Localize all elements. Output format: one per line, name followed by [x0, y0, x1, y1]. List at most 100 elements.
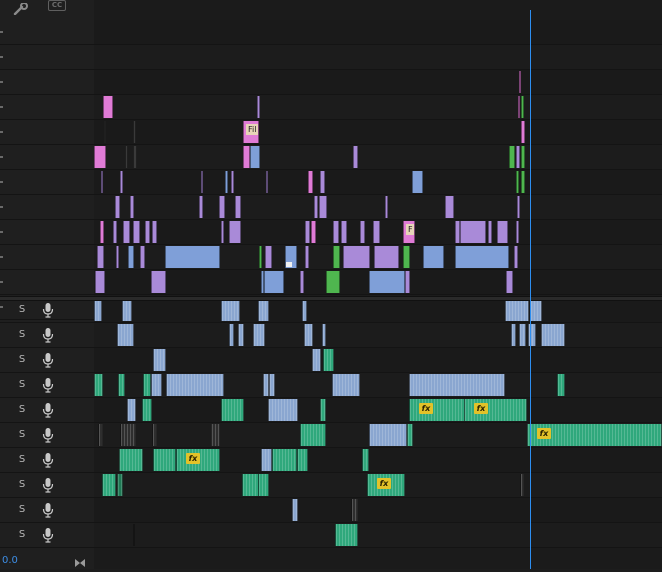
- video-clip[interactable]: [360, 221, 365, 243]
- microphone-icon[interactable]: [42, 427, 54, 443]
- video-clip[interactable]: [97, 246, 104, 268]
- video-clip[interactable]: [405, 271, 410, 293]
- video-clip[interactable]: [506, 271, 513, 293]
- audio-clip[interactable]: [292, 499, 298, 521]
- video-track-lane[interactable]: [94, 45, 662, 70]
- audio-clip[interactable]: [541, 324, 565, 346]
- audio-clip[interactable]: [322, 324, 326, 346]
- audio-clip[interactable]: [335, 524, 358, 546]
- video-clip[interactable]: [311, 221, 316, 243]
- video-clip[interactable]: [341, 221, 347, 243]
- audio-clip[interactable]: [323, 349, 334, 371]
- video-clip[interactable]: [445, 196, 454, 218]
- audio-clip[interactable]: [505, 299, 529, 321]
- video-clip[interactable]: [403, 246, 410, 268]
- video-clip[interactable]: [95, 271, 105, 293]
- video-track-header[interactable]: [0, 170, 94, 195]
- video-audio-divider[interactable]: [0, 296, 662, 301]
- audio-clip[interactable]: [151, 374, 162, 396]
- audio-clip[interactable]: [407, 424, 413, 446]
- selected-clip-marker[interactable]: [286, 262, 292, 267]
- audio-clip[interactable]: [268, 399, 298, 421]
- video-track-header[interactable]: [0, 45, 94, 70]
- video-clip[interactable]: [250, 146, 260, 168]
- video-track-lane[interactable]: [94, 195, 662, 220]
- video-track-lane[interactable]: [94, 95, 662, 120]
- video-clip[interactable]: [319, 196, 327, 218]
- audio-clip[interactable]: [242, 474, 259, 496]
- tracks-area[interactable]: Fil Ffx fx fx fx fx: [94, 0, 662, 569]
- video-clip[interactable]: [333, 246, 340, 268]
- audio-clip[interactable]: [98, 424, 103, 446]
- solo-button[interactable]: S: [16, 428, 28, 442]
- audio-clip[interactable]: [122, 299, 132, 321]
- video-clip[interactable]: [264, 271, 284, 293]
- audio-clip[interactable]: [261, 449, 272, 471]
- video-track-header[interactable]: [0, 195, 94, 220]
- zoom-handle-icon[interactable]: [74, 553, 86, 567]
- audio-clip[interactable]: [258, 299, 269, 321]
- video-clip[interactable]: [353, 146, 358, 168]
- video-clip[interactable]: [308, 171, 313, 193]
- audio-clip[interactable]: [142, 399, 152, 421]
- microphone-icon[interactable]: [42, 377, 54, 393]
- video-clip[interactable]: [521, 121, 525, 143]
- video-clip[interactable]: [423, 246, 444, 268]
- video-clip[interactable]: [257, 96, 260, 118]
- audio-clip[interactable]: [221, 399, 244, 421]
- video-clip[interactable]: [133, 146, 137, 168]
- audio-clip[interactable]: [152, 424, 157, 446]
- video-clip[interactable]: [113, 221, 117, 243]
- audio-clip[interactable]: [519, 324, 526, 346]
- video-clip[interactable]: [517, 196, 520, 218]
- audio-clip[interactable]: [258, 474, 269, 496]
- video-clip[interactable]: [516, 221, 519, 243]
- audio-clip[interactable]: [94, 299, 102, 321]
- video-clip[interactable]: [231, 171, 234, 193]
- audio-clip[interactable]: [530, 299, 542, 321]
- video-clip[interactable]: [521, 146, 525, 168]
- audio-track-lane[interactable]: [94, 323, 662, 348]
- video-clip[interactable]: [326, 271, 340, 293]
- video-clip[interactable]: [201, 171, 203, 193]
- video-clip[interactable]: [229, 221, 241, 243]
- video-clip[interactable]: [199, 196, 203, 218]
- audio-clip[interactable]: [409, 374, 505, 396]
- video-clip[interactable]: [460, 221, 486, 243]
- video-clip[interactable]: [151, 271, 166, 293]
- audio-clip[interactable]: [253, 324, 265, 346]
- wrench-icon[interactable]: [12, 0, 30, 16]
- audio-clip[interactable]: [117, 324, 134, 346]
- video-clip[interactable]: [259, 246, 262, 268]
- video-clip[interactable]: [305, 221, 310, 243]
- video-clip[interactable]: [519, 71, 521, 93]
- video-clip[interactable]: [373, 221, 380, 243]
- audio-clip[interactable]: [221, 299, 240, 321]
- audio-clip[interactable]: [520, 474, 524, 496]
- video-clip[interactable]: [343, 246, 370, 268]
- video-clip[interactable]: [265, 246, 272, 268]
- video-clip[interactable]: [266, 171, 268, 193]
- audio-clip[interactable]: [369, 424, 407, 446]
- audio-clip[interactable]: [304, 324, 313, 346]
- video-clip[interactable]: F: [403, 221, 415, 243]
- audio-clip[interactable]: [118, 374, 125, 396]
- audio-clip[interactable]: [143, 374, 151, 396]
- audio-clip[interactable]: [332, 374, 360, 396]
- audio-clip[interactable]: [94, 374, 103, 396]
- video-clip[interactable]: [412, 171, 423, 193]
- audio-track-lane[interactable]: [94, 348, 662, 373]
- video-clip[interactable]: [125, 146, 128, 168]
- audio-clip[interactable]: [127, 399, 136, 421]
- audio-clip[interactable]: [117, 474, 123, 496]
- microphone-icon[interactable]: [42, 352, 54, 368]
- audio-clip[interactable]: [351, 499, 358, 521]
- solo-button[interactable]: S: [16, 478, 28, 492]
- video-track-lane[interactable]: [94, 145, 662, 170]
- audio-clip[interactable]: [297, 449, 308, 471]
- audio-clip[interactable]: [362, 449, 369, 471]
- video-track-header[interactable]: [0, 145, 94, 170]
- video-clip[interactable]: [314, 196, 318, 218]
- video-track-header[interactable]: [0, 220, 94, 245]
- video-clip[interactable]: [333, 221, 339, 243]
